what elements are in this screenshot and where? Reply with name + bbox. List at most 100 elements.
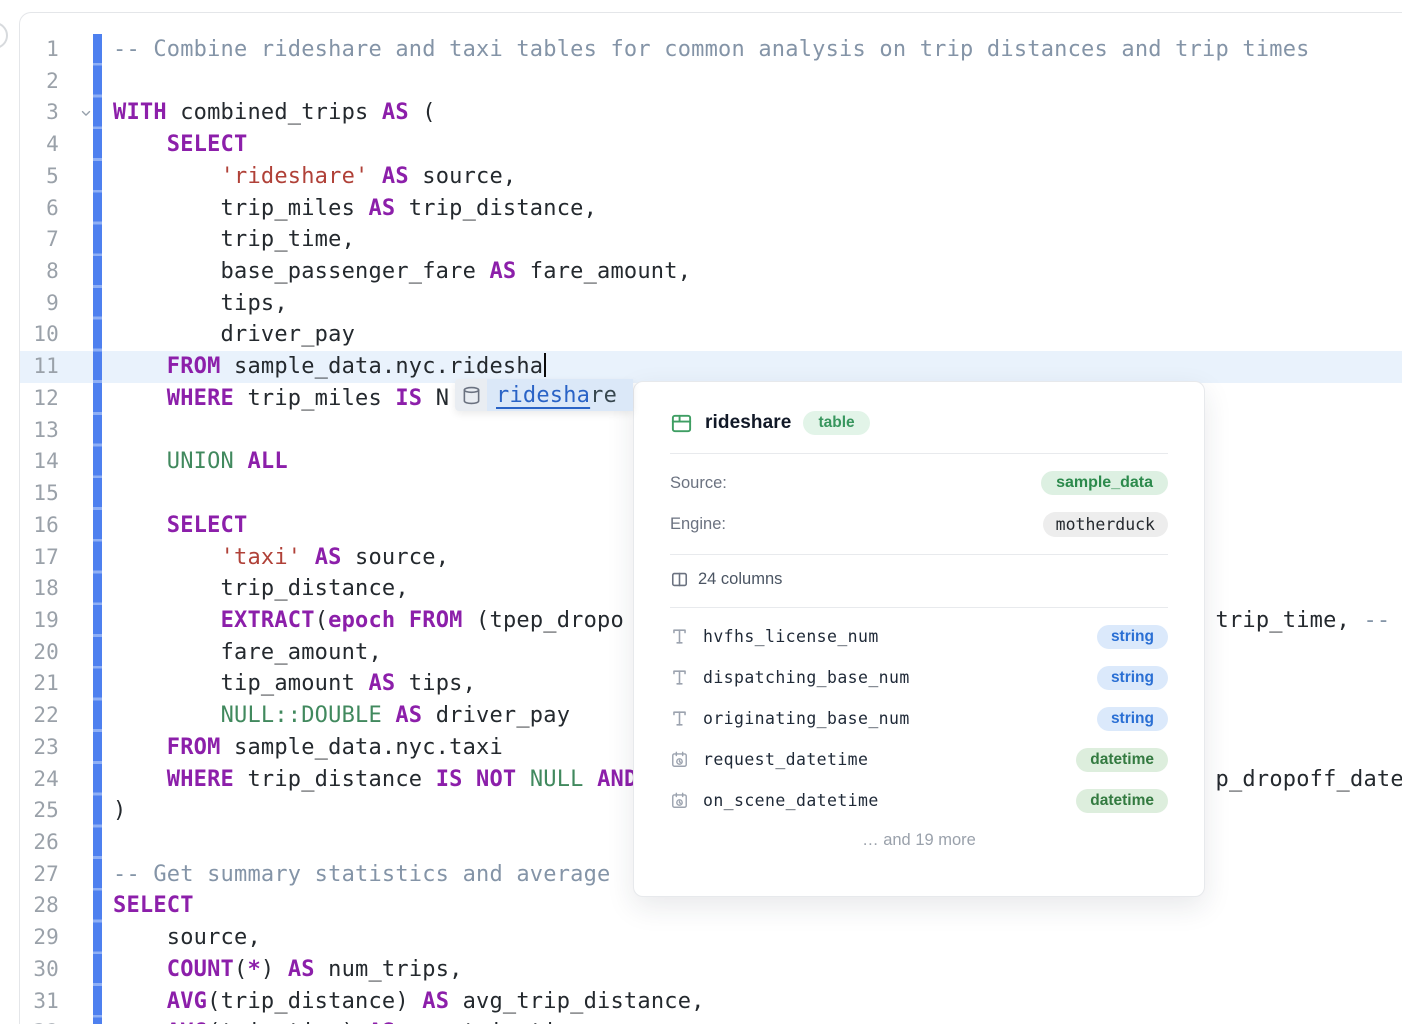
suggestion-match-text: ridesha bbox=[496, 383, 590, 408]
columns-summary-text: 24 columns bbox=[698, 570, 782, 589]
code-text: source, bbox=[113, 922, 261, 954]
column-row-request_datetime: request_datetimedatetime bbox=[670, 746, 1168, 773]
divider bbox=[670, 453, 1168, 454]
line-number: 10 bbox=[20, 319, 59, 351]
line-number: 2 bbox=[20, 66, 59, 98]
code-line-1[interactable]: 1 -- Combine rideshare and taxi tables fo… bbox=[20, 34, 1402, 66]
code-line-4[interactable]: 4 SELECT bbox=[20, 129, 1402, 161]
columns-summary: 24 columns bbox=[670, 568, 1168, 591]
code-text: fare_amount, bbox=[113, 637, 382, 669]
line-number: 7 bbox=[20, 224, 59, 256]
table-icon bbox=[670, 412, 693, 435]
table-type-badge: table bbox=[803, 411, 869, 435]
line-number: 22 bbox=[20, 700, 59, 732]
line-number: 9 bbox=[20, 288, 59, 320]
table-info-popover: rideshare table Source: sample_data Engi… bbox=[633, 381, 1205, 897]
line-number: 26 bbox=[20, 827, 59, 859]
engine-badge: motherduck bbox=[1043, 512, 1168, 537]
line-number: 6 bbox=[20, 193, 59, 225]
column-name: originating_base_num bbox=[703, 709, 1097, 728]
source-row: Source: sample_data bbox=[670, 469, 1168, 497]
column-type-badge: string bbox=[1097, 666, 1168, 690]
line-number: 1 bbox=[20, 34, 59, 66]
datetime-type-icon bbox=[670, 750, 690, 769]
code-text: base_passenger_fare AS fare_amount, bbox=[113, 256, 691, 288]
code-text: SELECT bbox=[113, 890, 194, 922]
datetime-type-icon bbox=[670, 791, 690, 810]
code-text: SELECT bbox=[113, 129, 247, 161]
code-line-30[interactable]: 30 COUNT(*) AS num_trips, bbox=[20, 954, 1402, 986]
code-line-8[interactable]: 8 base_passenger_fare AS fare_amount, bbox=[20, 256, 1402, 288]
code-text: WHERE trip_miles IS N bbox=[113, 383, 449, 415]
line-number: 4 bbox=[20, 129, 59, 161]
line-number: 17 bbox=[20, 542, 59, 574]
line-number: 12 bbox=[20, 383, 59, 415]
line-number: 32 bbox=[20, 1017, 59, 1024]
popover-header: rideshare table bbox=[670, 409, 1168, 437]
suggestion-label: rideshare bbox=[487, 379, 633, 411]
line-number: 29 bbox=[20, 922, 59, 954]
source-badge: sample_data bbox=[1041, 471, 1168, 495]
column-type-badge: string bbox=[1097, 707, 1168, 731]
text-type-icon bbox=[670, 709, 690, 728]
line-number: 13 bbox=[20, 415, 59, 447]
code-text: -- Combine rideshare and taxi tables for… bbox=[113, 34, 1310, 66]
code-text: 'taxi' AS source, bbox=[113, 542, 449, 574]
more-columns-text: … and 19 more bbox=[670, 831, 1168, 850]
code-line-3[interactable]: 3 WITH combined_trips AS ( bbox=[20, 97, 1402, 129]
engine-label: Engine: bbox=[670, 515, 726, 534]
text-type-icon bbox=[670, 627, 690, 646]
code-text: NULL::DOUBLE AS driver_pay bbox=[113, 700, 570, 732]
code-line-10[interactable]: 10 driver_pay bbox=[20, 319, 1402, 351]
table-name: rideshare bbox=[705, 412, 791, 434]
column-name: on_scene_datetime bbox=[703, 791, 1076, 810]
code-text: ) bbox=[113, 795, 126, 827]
column-list: hvfhs_license_numstringdispatching_base_… bbox=[670, 623, 1168, 814]
code-line-7[interactable]: 7 trip_time, bbox=[20, 224, 1402, 256]
code-text: tip_amount AS tips, bbox=[113, 668, 476, 700]
code-line-9[interactable]: 9 tips, bbox=[20, 288, 1402, 320]
autocomplete-suggestion-rideshare[interactable]: rideshare bbox=[455, 379, 633, 411]
line-number: 30 bbox=[20, 954, 59, 986]
code-line-5[interactable]: 5 'rideshare' AS source, bbox=[20, 161, 1402, 193]
line-number: 24 bbox=[20, 764, 59, 796]
line-number: 27 bbox=[20, 859, 59, 891]
code-text: AVG(trip_time) AS avg_trip_time, bbox=[113, 1017, 597, 1024]
code-text: trip_time, bbox=[113, 224, 355, 256]
column-row-on_scene_datetime: on_scene_datetimedatetime bbox=[670, 787, 1168, 814]
code-line-32[interactable]: 32 AVG(trip_time) AS avg_trip_time, bbox=[20, 1017, 1402, 1024]
code-text: driver_pay bbox=[113, 319, 355, 351]
suggestion-rest-text: re bbox=[590, 383, 617, 408]
code-text: COUNT(*) AS num_trips, bbox=[113, 954, 463, 986]
code-line-6[interactable]: 6 trip_miles AS trip_distance, bbox=[20, 193, 1402, 225]
code-text: FROM sample_data.nyc.taxi bbox=[113, 732, 503, 764]
code-text: SELECT bbox=[113, 510, 247, 542]
column-type-badge: datetime bbox=[1076, 748, 1168, 772]
code-text: WITH combined_trips AS ( bbox=[113, 97, 436, 129]
code-text: tips, bbox=[113, 288, 288, 320]
text-type-icon bbox=[670, 668, 690, 687]
database-icon bbox=[455, 379, 487, 411]
line-number: 3 bbox=[20, 97, 59, 129]
code-line-2[interactable]: 2 bbox=[20, 66, 1402, 98]
line-number: 19 bbox=[20, 605, 59, 637]
column-type-badge: string bbox=[1097, 625, 1168, 649]
app-window: 1 -- Combine rideshare and taxi tables fo… bbox=[0, 0, 1402, 1024]
column-row-originating_base_num: originating_base_numstring bbox=[670, 705, 1168, 732]
line-number: 15 bbox=[20, 478, 59, 510]
text-cursor bbox=[544, 353, 546, 377]
code-text: trip_miles AS trip_distance, bbox=[113, 193, 597, 225]
code-line-11[interactable]: 11 FROM sample_data.nyc.ridesha bbox=[20, 351, 1402, 383]
line-number: 20 bbox=[20, 637, 59, 669]
line-number: 31 bbox=[20, 986, 59, 1018]
line-number: 23 bbox=[20, 732, 59, 764]
line-number: 14 bbox=[20, 446, 59, 478]
divider bbox=[670, 554, 1168, 555]
column-type-badge: datetime bbox=[1076, 789, 1168, 813]
edge-widget-fragment[interactable] bbox=[0, 22, 8, 49]
code-line-31[interactable]: 31 AVG(trip_distance) AS avg_trip_distan… bbox=[20, 986, 1402, 1018]
line-number: 18 bbox=[20, 573, 59, 605]
code-line-29[interactable]: 29 source, bbox=[20, 922, 1402, 954]
engine-row: Engine: motherduck bbox=[670, 510, 1168, 538]
line-number: 25 bbox=[20, 795, 59, 827]
